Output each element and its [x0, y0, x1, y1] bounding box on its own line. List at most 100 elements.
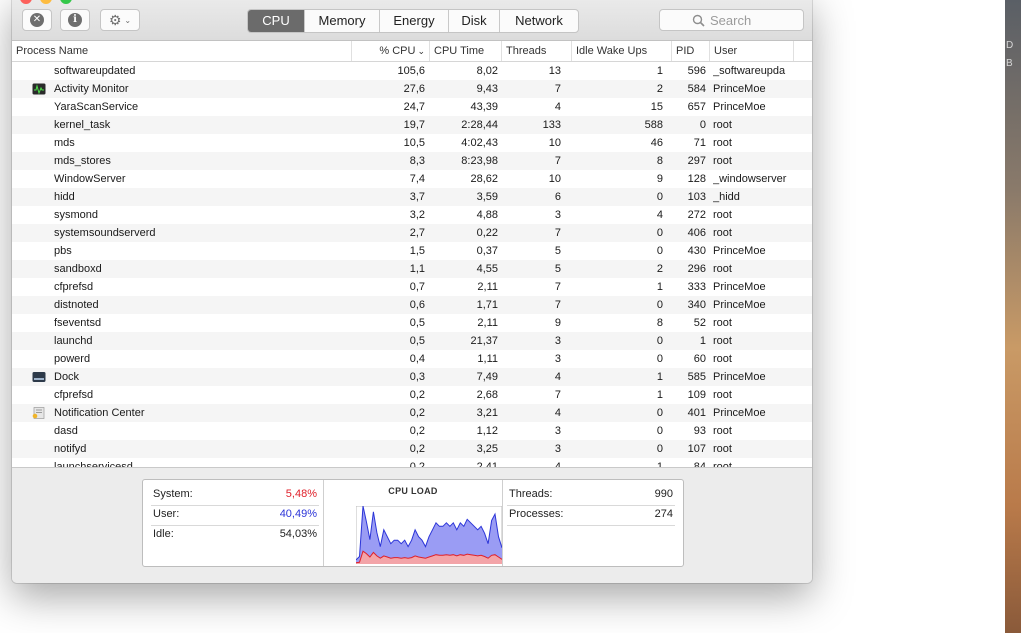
cell-pid: 93 [693, 425, 706, 437]
table-row[interactable]: mds_stores 8,3 8:23,98 7 8 297 root [12, 152, 812, 170]
tab-memory[interactable]: Memory [304, 10, 379, 32]
cell-cpu-time: 43,39 [470, 101, 498, 113]
cell-idle-wake-ups: 588 [644, 119, 663, 131]
cell-cpu-time: 28,62 [470, 173, 498, 185]
table-row[interactable]: cfprefsd 0,7 2,11 7 1 333 PrinceMoe [12, 278, 812, 296]
table-row[interactable]: notifyd 0,2 3,25 3 0 107 root [12, 440, 812, 458]
actions-menu-button[interactable]: ⚙ ⌄ [100, 9, 140, 31]
cell-process-name: mds_stores [54, 155, 111, 167]
cell-pid: 340 [687, 299, 706, 311]
table-row[interactable]: dasd 0,2 1,12 3 0 93 root [12, 422, 812, 440]
cell-process-name: distnoted [54, 299, 99, 311]
cell-idle-wake-ups: 8 [656, 317, 663, 329]
user-value: 40,49% [279, 508, 317, 520]
cell-pid: 333 [687, 281, 706, 293]
table-row[interactable]: launchd 0,5 21,37 3 0 1 root [12, 332, 812, 350]
table-row[interactable]: fseventsd 0,5 2,11 9 8 52 root [12, 314, 812, 332]
cell-cpu-time: 3,25 [476, 443, 498, 455]
table-row[interactable]: Dock 0,3 7,49 4 1 585 PrinceMoe [12, 368, 812, 386]
column-cpu-time[interactable]: CPU Time [430, 41, 502, 61]
x-circle-icon: ✕ [30, 13, 44, 27]
cell-cpu: 0,2 [409, 461, 425, 467]
cell-user: root [713, 263, 732, 275]
cell-pid: 107 [687, 443, 706, 455]
column-idle-wake-ups[interactable]: Idle Wake Ups [572, 41, 672, 61]
cell-idle-wake-ups: 9 [656, 173, 663, 185]
cell-user: root [713, 353, 732, 365]
cell-pid: 0 [699, 119, 706, 131]
cell-idle-wake-ups: 8 [656, 155, 663, 167]
search-field[interactable]: Search [659, 9, 804, 31]
tab-network[interactable]: Network [499, 10, 578, 32]
cell-cpu: 105,6 [397, 65, 425, 77]
cell-pid: 272 [687, 209, 706, 221]
desktop-fragment-text: B [1006, 58, 1013, 69]
cell-cpu-time: 2,11 [477, 281, 498, 293]
cell-process-name: cfprefsd [54, 281, 94, 293]
cell-user: _softwareupda [713, 65, 786, 77]
cell-process-name: fseventsd [54, 317, 102, 329]
cell-user: PrinceMoe [713, 371, 766, 383]
cell-cpu: 24,7 [403, 101, 425, 113]
table-row[interactable]: hidd 3,7 3,59 6 0 103 _hidd [12, 188, 812, 206]
cell-cpu-time: 1,71 [476, 299, 498, 311]
table-row[interactable]: mds 10,5 4:02,43 10 46 71 root [12, 134, 812, 152]
close-window-button[interactable] [20, 0, 32, 4]
table-row[interactable]: YaraScanService 24,7 43,39 4 15 657 PrinceMoe [12, 98, 812, 116]
cell-threads: 7 [554, 299, 561, 311]
search-placeholder: Search [710, 13, 752, 28]
cell-user: PrinceMoe [713, 299, 766, 311]
table-row[interactable]: Activity Monitor 27,6 9,43 7 2 584 PrinceMoe [12, 80, 812, 98]
table-row[interactable]: systemsoundserverd 2,7 0,22 7 0 406 root [12, 224, 812, 242]
column-user[interactable]: User [710, 41, 794, 61]
tab-disk[interactable]: Disk [448, 10, 499, 32]
table-row[interactable]: softwareupdated 105,6 8,02 13 1 596 _softwareu… [12, 62, 812, 80]
table-row[interactable]: cfprefsd 0,2 2,68 7 1 109 root [12, 386, 812, 404]
table-row[interactable]: sysmond 3,2 4,88 3 4 272 root [12, 206, 812, 224]
minimize-window-button[interactable] [40, 0, 52, 4]
cell-pid: 585 [687, 371, 706, 383]
cell-user: _windowserver [713, 173, 787, 185]
cell-idle-wake-ups: 2 [656, 263, 663, 275]
table-row[interactable]: pbs 1,5 0,37 5 0 430 PrinceMoe [12, 242, 812, 260]
cell-threads: 3 [554, 209, 561, 221]
stop-process-button[interactable]: ✕ [22, 9, 52, 31]
cell-pid: 128 [687, 173, 706, 185]
cell-threads: 4 [554, 461, 561, 467]
table-row[interactable]: kernel_task 19,7 2:28,44 133 588 0 root [12, 116, 812, 134]
cell-idle-wake-ups: 0 [656, 335, 663, 347]
cell-threads: 7 [554, 227, 561, 239]
cell-user: root [713, 137, 732, 149]
cell-threads: 7 [554, 83, 561, 95]
cell-cpu-time: 4,88 [476, 209, 498, 221]
zoom-window-button[interactable] [60, 0, 72, 4]
table-row[interactable]: sandboxd 1,1 4,55 5 2 296 root [12, 260, 812, 278]
column-threads[interactable]: Threads [502, 41, 572, 61]
process-table: Process Name % CPU ⌄ CPU Time Threads Idl… [12, 41, 812, 467]
cell-threads: 5 [554, 245, 561, 257]
idle-label: Idle: [153, 528, 174, 540]
table-row[interactable]: launchservicesd 0,2 2,41 4 1 84 root [12, 458, 812, 467]
tab-cpu[interactable]: CPU [248, 10, 304, 32]
inspect-process-button[interactable]: i [60, 9, 90, 31]
cell-pid: 84 [693, 461, 706, 467]
tab-energy[interactable]: Energy [379, 10, 448, 32]
column-cpu[interactable]: % CPU ⌄ [352, 41, 430, 61]
cell-pid: 596 [687, 65, 706, 77]
cell-process-name: YaraScanService [54, 101, 139, 113]
table-row[interactable]: powerd 0,4 1,11 3 0 60 root [12, 350, 812, 368]
cell-pid: 584 [687, 83, 706, 95]
table-row[interactable]: distnoted 0,6 1,71 7 0 340 PrinceMoe [12, 296, 812, 314]
cell-cpu: 0,6 [409, 299, 425, 311]
system-value: 5,48% [285, 488, 317, 500]
column-process-name[interactable]: Process Name [12, 41, 352, 61]
table-row[interactable]: Notification Center 0,2 3,21 4 0 401 PrinceMoe [12, 404, 812, 422]
cell-process-name: Activity Monitor [54, 83, 129, 95]
cell-idle-wake-ups: 0 [656, 245, 663, 257]
cell-process-name: pbs [54, 245, 72, 257]
table-row[interactable]: WindowServer 7,4 28,62 10 9 128 _windowserver [12, 170, 812, 188]
column-pid[interactable]: PID [672, 41, 710, 61]
cell-cpu-time: 8,02 [476, 65, 498, 77]
cell-user: root [713, 461, 732, 467]
cell-pid: 109 [687, 389, 706, 401]
